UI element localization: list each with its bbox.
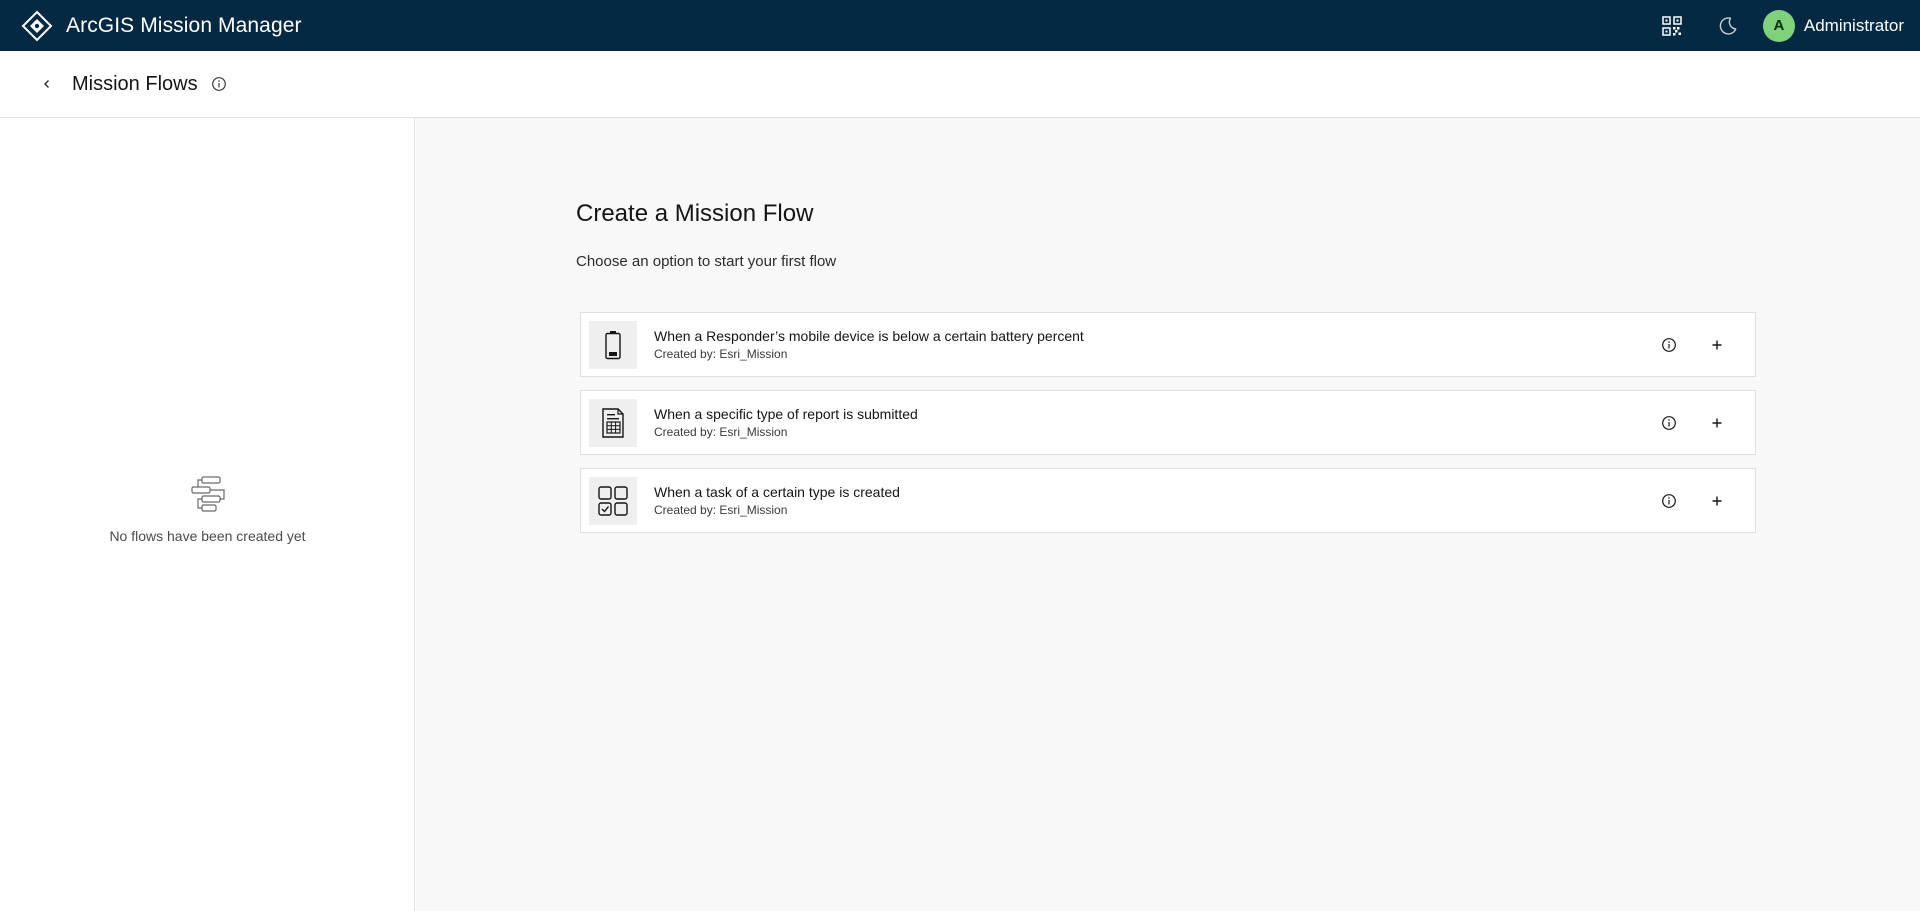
- moon-icon: [1719, 16, 1737, 35]
- app-title: ArcGIS Mission Manager: [66, 13, 302, 37]
- app-header: ArcGIS Mission Manager A Administrator: [0, 0, 1920, 51]
- empty-state-text: No flows have been created yet: [109, 528, 306, 544]
- option-icon-tile: [589, 476, 637, 525]
- user-menu[interactable]: A Administrator: [1762, 9, 1904, 42]
- flow-option-battery[interactable]: When a Responder’s mobile device is belo…: [580, 312, 1756, 377]
- page-info-button[interactable]: [208, 73, 230, 95]
- option-info-button[interactable]: [1654, 408, 1684, 438]
- plus-icon: [1712, 418, 1722, 427]
- option-add-button[interactable]: [1702, 330, 1732, 360]
- page-title: Mission Flows: [72, 72, 198, 95]
- back-button[interactable]: [32, 69, 62, 99]
- option-title: When a specific type of report is submit…: [654, 406, 918, 422]
- page-header: Mission Flows: [0, 51, 1920, 118]
- option-title: When a task of a certain type is created: [654, 484, 900, 500]
- plus-icon: [1712, 496, 1722, 505]
- option-add-button[interactable]: [1702, 486, 1732, 516]
- user-name: Administrator: [1803, 15, 1904, 35]
- create-flow-subtitle: Choose an option to start your first flo…: [576, 253, 837, 270]
- plus-icon: [1712, 340, 1722, 349]
- flows-list-panel: No flows have been created yet: [0, 118, 415, 911]
- arcgis-logo-icon: [20, 9, 54, 43]
- avatar: A: [1762, 9, 1795, 42]
- info-icon: [1662, 337, 1676, 352]
- info-icon: [1662, 493, 1676, 508]
- main-content: Create a Mission Flow Choose an option t…: [416, 118, 1920, 911]
- option-info-button[interactable]: [1654, 330, 1684, 360]
- brand[interactable]: ArcGIS Mission Manager: [20, 9, 302, 43]
- qr-code-icon: [1662, 15, 1682, 36]
- info-icon: [211, 77, 226, 91]
- empty-state: No flows have been created yet: [0, 474, 415, 544]
- flow-option-task[interactable]: When a task of a certain type is created…: [580, 468, 1756, 533]
- flow-options-list: When a Responder’s mobile device is belo…: [580, 312, 1756, 546]
- option-icon-tile: [589, 398, 637, 447]
- option-info-button[interactable]: [1654, 486, 1684, 516]
- qr-code-button[interactable]: [1651, 5, 1693, 47]
- option-author: Created by: Esri_Mission: [654, 425, 788, 439]
- option-author: Created by: Esri_Mission: [654, 503, 788, 517]
- option-author: Created by: Esri_Mission: [654, 347, 788, 361]
- battery-low-icon: [605, 330, 621, 359]
- create-flow-title: Create a Mission Flow: [576, 200, 814, 227]
- info-icon: [1662, 415, 1676, 430]
- task-grid-icon: [598, 485, 628, 516]
- flow-option-report[interactable]: When a specific type of report is submit…: [580, 390, 1756, 455]
- option-add-button[interactable]: [1702, 408, 1732, 438]
- report-form-icon: [602, 407, 624, 438]
- option-icon-tile: [589, 320, 637, 369]
- chevron-left-icon: [44, 80, 49, 88]
- theme-toggle-button[interactable]: [1707, 5, 1749, 47]
- option-title: When a Responder’s mobile device is belo…: [654, 328, 1084, 344]
- flow-diagram-icon: [190, 476, 225, 512]
